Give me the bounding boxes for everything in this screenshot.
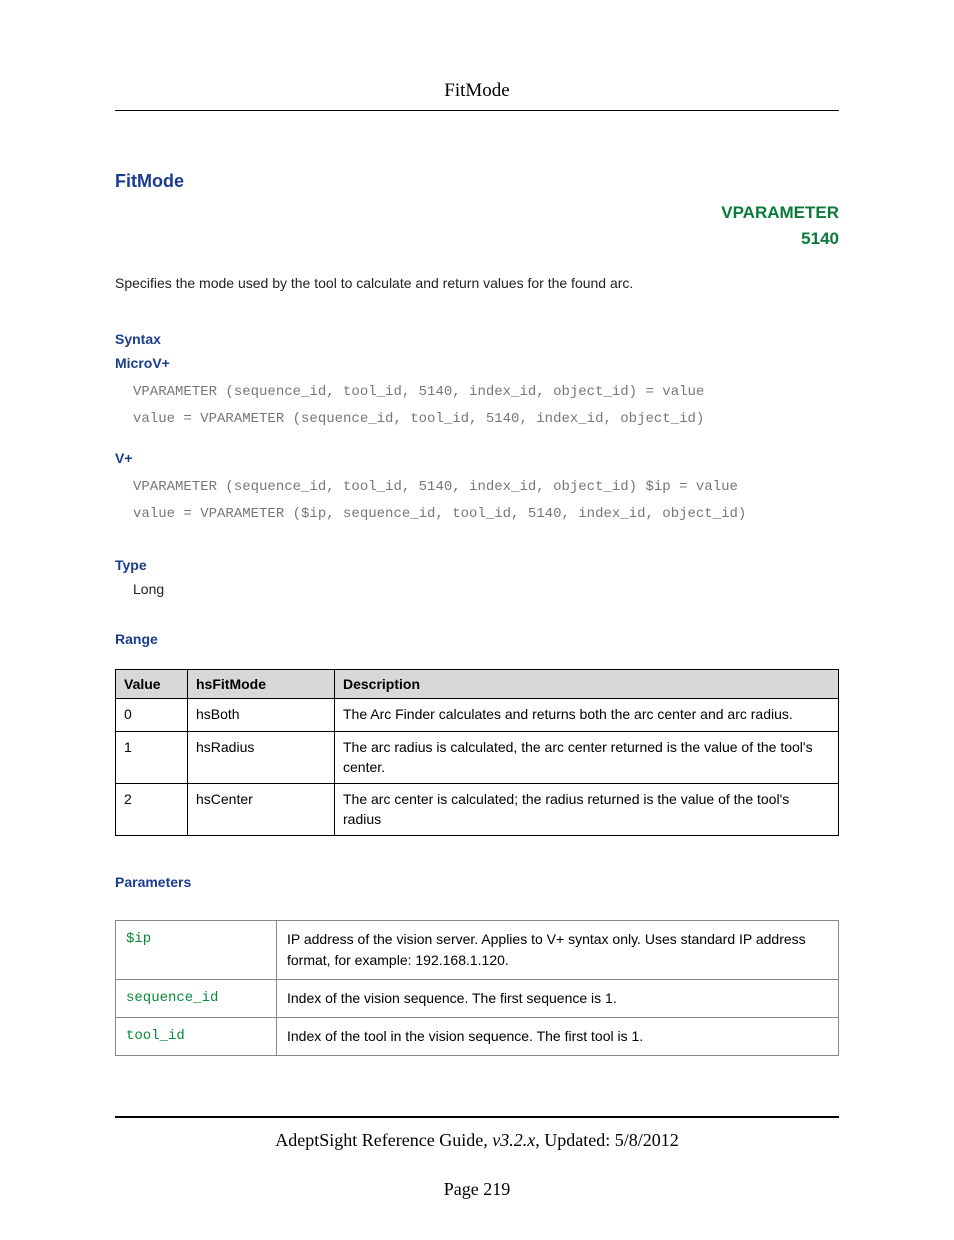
- parameters-table: $ip IP address of the vision server. App…: [115, 920, 839, 1056]
- footer-guide: AdeptSight Reference Guide: [275, 1130, 483, 1150]
- footer-text: AdeptSight Reference Guide, v3.2.x, Upda…: [115, 1130, 839, 1151]
- vparameter-number: 5140: [115, 226, 839, 252]
- code-line: VPARAMETER (sequence_id, tool_id, 5140, …: [133, 479, 738, 495]
- table-header: hsFitMode: [188, 670, 335, 699]
- footer-version: , v3.2.x: [483, 1130, 535, 1150]
- page-title: FitMode: [115, 171, 839, 192]
- syntax-heading: Syntax: [115, 331, 839, 347]
- vparameter-label: VPARAMETER: [115, 200, 839, 226]
- table-row: tool_id Index of the tool in the vision …: [116, 1018, 839, 1056]
- table-header-row: Value hsFitMode Description: [116, 670, 839, 699]
- param-desc: IP address of the vision server. Applies…: [277, 921, 839, 980]
- microv-label: MicroV+: [115, 355, 839, 371]
- type-value: Long: [133, 581, 839, 597]
- vparameter-block: VPARAMETER 5140: [115, 200, 839, 251]
- table-cell: hsCenter: [188, 784, 335, 836]
- param-name: $ip: [116, 921, 277, 980]
- table-cell: hsRadius: [188, 731, 335, 783]
- table-header: Description: [335, 670, 839, 699]
- table-row: $ip IP address of the vision server. App…: [116, 921, 839, 980]
- page-number: Page 219: [115, 1179, 839, 1200]
- table-cell: hsBoth: [188, 699, 335, 732]
- footer-updated: , Updated: 5/8/2012: [535, 1130, 678, 1150]
- param-desc: Index of the vision sequence. The first …: [277, 980, 839, 1018]
- table-cell: The Arc Finder calculates and returns bo…: [335, 699, 839, 732]
- footer-rule: [115, 1116, 839, 1118]
- type-heading: Type: [115, 557, 839, 573]
- table-row: sequence_id Index of the vision sequence…: [116, 980, 839, 1018]
- table-row: 2 hsCenter The arc center is calculated;…: [116, 784, 839, 836]
- microv-code: VPARAMETER (sequence_id, tool_id, 5140, …: [133, 379, 839, 432]
- code-line: VPARAMETER (sequence_id, tool_id, 5140, …: [133, 384, 704, 400]
- code-line: value = VPARAMETER (sequence_id, tool_id…: [133, 411, 704, 427]
- parameters-heading: Parameters: [115, 874, 839, 890]
- header-rule: [115, 110, 839, 111]
- table-cell: The arc center is calculated; the radius…: [335, 784, 839, 836]
- table-cell: 2: [116, 784, 188, 836]
- header-title: FitMode: [115, 80, 839, 110]
- vplus-code: VPARAMETER (sequence_id, tool_id, 5140, …: [133, 474, 839, 527]
- description-text: Specifies the mode used by the tool to c…: [115, 275, 839, 291]
- vplus-label: V+: [115, 450, 839, 466]
- table-cell: 1: [116, 731, 188, 783]
- table-row: 1 hsRadius The arc radius is calculated,…: [116, 731, 839, 783]
- code-line: value = VPARAMETER ($ip, sequence_id, to…: [133, 506, 746, 522]
- table-row: 0 hsBoth The Arc Finder calculates and r…: [116, 699, 839, 732]
- param-name: tool_id: [116, 1018, 277, 1056]
- range-heading: Range: [115, 631, 839, 647]
- range-table: Value hsFitMode Description 0 hsBoth The…: [115, 669, 839, 836]
- table-cell: 0: [116, 699, 188, 732]
- table-header: Value: [116, 670, 188, 699]
- param-desc: Index of the tool in the vision sequence…: [277, 1018, 839, 1056]
- param-name: sequence_id: [116, 980, 277, 1018]
- table-cell: The arc radius is calculated, the arc ce…: [335, 731, 839, 783]
